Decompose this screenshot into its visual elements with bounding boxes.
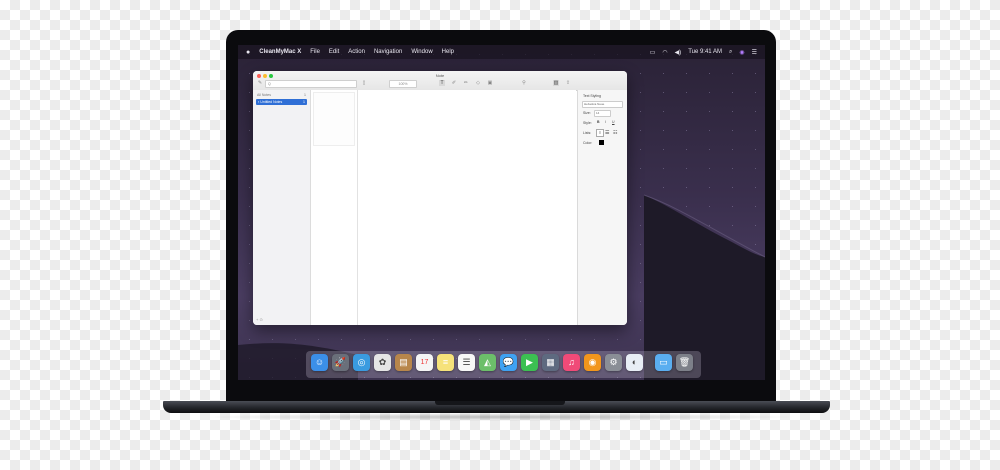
window-title: Note bbox=[435, 73, 445, 78]
laptop-opening-notch bbox=[435, 401, 565, 405]
dock-notes-icon[interactable]: ≡ bbox=[437, 354, 454, 371]
dock-system-preferences-icon[interactable]: ⚙ bbox=[605, 354, 622, 371]
menu-bar: ● CleanMyMac X File Edit Action Navigati… bbox=[238, 45, 765, 59]
bold-button[interactable]: B bbox=[597, 120, 600, 124]
dock: ☺ 🚀 ◎ ✿ ▤ 17 ≡ ☰ ◭ 💬 ▶ ▦ ♫ ◉ ⚙ ◐ ▭ 🗑 bbox=[311, 354, 693, 371]
wifi-icon[interactable]: ◠ bbox=[662, 49, 667, 56]
spotlight-icon[interactable]: ⌕ bbox=[729, 49, 732, 56]
share-icon[interactable]: ⇪ bbox=[565, 80, 571, 86]
font-select[interactable]: Helvetica Neue bbox=[582, 101, 623, 108]
dock-downloads-folder-icon[interactable]: ▭ bbox=[655, 354, 672, 371]
dock-cleanmymac-icon[interactable]: ◐ bbox=[626, 354, 643, 371]
lists-label: Lists: bbox=[583, 131, 592, 135]
notes-list bbox=[311, 90, 358, 325]
sidebar-item-untitled-notes[interactable]: ▪Untitled Notes 1 bbox=[256, 99, 307, 105]
numbered-list-icon[interactable]: ☰ bbox=[605, 130, 609, 136]
style-label: Style: bbox=[583, 121, 592, 125]
menu-app-name[interactable]: CleanMyMac X bbox=[259, 49, 301, 55]
sidebar-header-count: 1 bbox=[304, 93, 306, 97]
note-card[interactable] bbox=[313, 92, 355, 146]
italic-button[interactable]: I bbox=[605, 120, 606, 124]
inspector-panel: Text Styling Helvetica Neue Size: 14 Sty… bbox=[577, 90, 627, 325]
laptop-screen: ● CleanMyMac X File Edit Action Navigati… bbox=[238, 45, 765, 380]
apple-menu-icon[interactable]: ● bbox=[246, 49, 250, 56]
menu-edit[interactable]: Edit bbox=[329, 49, 339, 55]
window-toolbar: Note ✎ Q ▯ 100% T ✐ ✏ ◇ ▣ ⚲ ▥ ⇪ bbox=[253, 71, 627, 91]
dock-books-icon[interactable]: ◉ bbox=[584, 354, 601, 371]
dock-contacts-icon[interactable]: ▤ bbox=[395, 354, 412, 371]
dock-maps-icon[interactable]: ◭ bbox=[479, 354, 496, 371]
airplay-icon[interactable]: ▭ bbox=[650, 49, 656, 56]
inspector-toggle-icon[interactable]: ▥ bbox=[553, 80, 559, 86]
color-label: Color: bbox=[583, 141, 593, 145]
note-editor[interactable] bbox=[358, 90, 576, 325]
volume-icon[interactable]: ◀) bbox=[675, 49, 682, 56]
sidebar-item-label: Untitled Notes bbox=[260, 100, 283, 104]
size-select[interactable]: 14 bbox=[594, 110, 611, 117]
dock-photo-booth-icon[interactable]: ▦ bbox=[542, 354, 559, 371]
lightbulb-icon[interactable]: ⚲ bbox=[521, 80, 527, 86]
dock-reminders-icon[interactable]: ☰ bbox=[458, 354, 475, 371]
dock-music-icon[interactable]: ♫ bbox=[563, 354, 580, 371]
sidebar-toggle-icon[interactable]: ▯ bbox=[361, 80, 367, 86]
media-icon[interactable]: ▣ bbox=[487, 80, 493, 86]
siri-icon[interactable]: ◉ bbox=[739, 49, 744, 56]
markup-icon[interactable]: ✐ bbox=[451, 80, 457, 86]
underline-button[interactable]: U bbox=[612, 120, 615, 124]
sidebar-footer[interactable]: + ⊙ bbox=[256, 317, 263, 322]
text-format-icon[interactable]: T bbox=[439, 80, 445, 86]
sidebar-header[interactable]: All Notes bbox=[257, 93, 271, 97]
dock-photos-icon[interactable]: ✿ bbox=[374, 354, 391, 371]
dock-calendar-icon[interactable]: 17 bbox=[416, 354, 433, 371]
draw-icon[interactable]: ✏ bbox=[463, 80, 469, 86]
zoom-select[interactable]: 100% bbox=[389, 80, 417, 88]
color-swatch[interactable] bbox=[599, 140, 604, 145]
clock[interactable]: Tue 9:41 AM bbox=[688, 49, 722, 55]
inspector-title: Text Styling bbox=[583, 94, 601, 98]
menu-action[interactable]: Action bbox=[348, 49, 365, 55]
shapes-icon[interactable]: ◇ bbox=[475, 80, 481, 86]
dock-trash-icon[interactable]: 🗑 bbox=[676, 354, 693, 371]
checklist-icon[interactable]: ☷ bbox=[613, 130, 617, 136]
dock-launchpad-icon[interactable]: 🚀 bbox=[332, 354, 349, 371]
notes-sidebar: All Notes 1 ▪Untitled Notes 1 + ⊙ bbox=[253, 90, 311, 325]
dock-facetime-icon[interactable]: ▶ bbox=[521, 354, 538, 371]
menu-window[interactable]: Window bbox=[411, 49, 432, 55]
dock-finder-icon[interactable]: ☺ bbox=[311, 354, 328, 371]
dock-messages-icon[interactable]: 💬 bbox=[500, 354, 517, 371]
menu-navigation[interactable]: Navigation bbox=[374, 49, 402, 55]
search-field[interactable]: Q bbox=[265, 80, 357, 88]
size-label: Size: bbox=[583, 111, 591, 115]
dock-safari-icon[interactable]: ◎ bbox=[353, 354, 370, 371]
notification-center-icon[interactable]: ☰ bbox=[752, 49, 757, 56]
bullet-list-icon[interactable]: ≡ bbox=[596, 129, 604, 137]
laptop-shadow bbox=[200, 413, 800, 421]
menu-file[interactable]: File bbox=[310, 49, 320, 55]
notes-window: Note ✎ Q ▯ 100% T ✐ ✏ ◇ ▣ ⚲ ▥ ⇪ All Note… bbox=[253, 71, 627, 325]
compose-icon[interactable]: ✎ bbox=[257, 80, 263, 86]
menu-extras: ▭ ◠ ◀) Tue 9:41 AM ⌕ ◉ ☰ bbox=[650, 45, 757, 59]
sidebar-item-count: 1 bbox=[303, 100, 305, 104]
menu-help[interactable]: Help bbox=[442, 49, 454, 55]
